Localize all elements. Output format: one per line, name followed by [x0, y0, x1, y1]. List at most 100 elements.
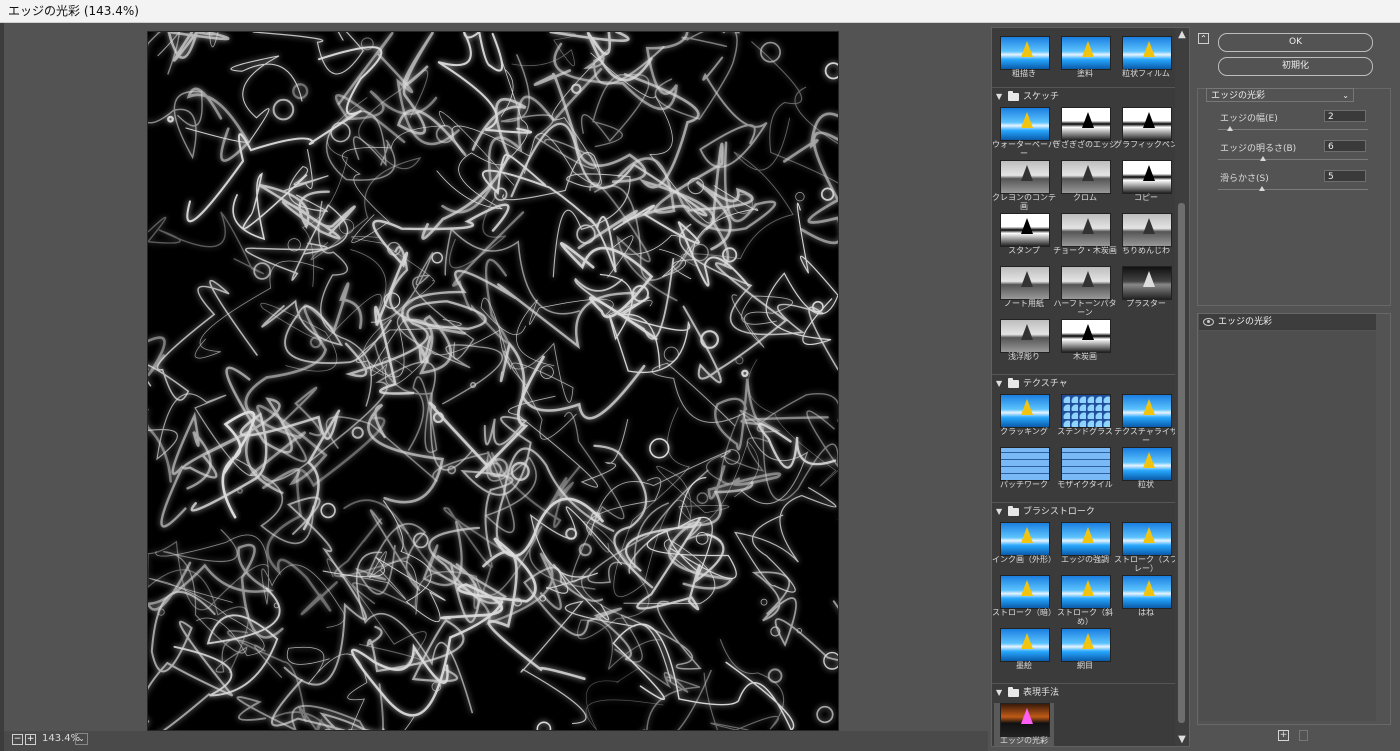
filter-thumbnail[interactable]: ぎざぎざのエッジ	[1053, 107, 1117, 155]
preview-image[interactable]	[147, 31, 839, 731]
filter-thumbnail[interactable]: ノート用紙	[994, 266, 1054, 314]
scroll-up-icon[interactable]: ▲	[1176, 29, 1188, 40]
smoothness-slider-knob[interactable]	[1258, 186, 1265, 191]
filter-thumbnail[interactable]: モザイクタイル	[1055, 447, 1115, 495]
preview-area	[4, 23, 988, 731]
edge-brightness-slider-knob[interactable]	[1260, 156, 1266, 161]
filter-thumbnail[interactable]: 墨絵	[994, 628, 1054, 676]
filter-thumbnail[interactable]: ストローク（スプレー）	[1114, 522, 1176, 573]
glowing-edges-render	[148, 32, 838, 730]
edge-width-slider-knob[interactable]	[1227, 126, 1233, 131]
filter-thumbnail-label: ストローク（斜め）	[1057, 608, 1113, 626]
filter-thumbnail[interactable]: 木炭画	[1055, 319, 1115, 367]
filter-thumbnail[interactable]: はね	[1116, 575, 1176, 623]
filter-thumbnail-label: ストローク（暗）	[992, 608, 1056, 617]
smoothness-slider-track[interactable]	[1218, 189, 1368, 190]
triangle-down-icon[interactable]: ▼	[996, 685, 1002, 701]
folder-icon	[1008, 506, 1019, 516]
filter-preview-image	[1000, 36, 1050, 70]
filter-gallery: 粗描き 塗料 粒状フィルム ▼ スケッチウォーターペーパー ぎざぎざのエッジ グラフィックペ…	[991, 27, 1177, 747]
filter-thumbnail[interactable]: 塗料	[1055, 36, 1115, 84]
filter-thumbnail[interactable]: 浅浮彫り	[994, 319, 1054, 367]
filter-preview-image	[1122, 575, 1172, 609]
filter-thumbnail-label: ちりめんじわ	[1122, 246, 1170, 255]
zoom-in-button[interactable]: +	[25, 734, 36, 745]
filter-thumbnail-label: クラッキング	[1000, 427, 1048, 436]
filter-thumbnail[interactable]: チョーク・木炭画	[1053, 213, 1117, 261]
category-divider	[992, 502, 1176, 503]
filter-thumbnail-label: エッジの強調	[1061, 555, 1109, 564]
chevron-down-icon: ⌄	[1342, 91, 1349, 100]
filter-preview-image	[1061, 266, 1111, 300]
filter-thumbnail[interactable]: クロム	[1055, 160, 1115, 208]
filter-thumbnail[interactable]: クレヨンのコンテ画	[992, 160, 1056, 211]
filter-thumbnail[interactable]: ステンドグラス	[1055, 394, 1115, 442]
scroll-down-icon[interactable]: ▼	[1176, 734, 1188, 745]
zoom-out-button[interactable]: −	[12, 734, 23, 745]
filter-thumbnail-label: ぎざぎざのエッジ	[1053, 140, 1117, 149]
filter-thumbnail[interactable]: テクスチャライザー	[1114, 394, 1177, 445]
eye-icon[interactable]	[1203, 318, 1214, 326]
category-header[interactable]: ▼ ブラシストローク	[992, 504, 1176, 520]
filter-thumbnail[interactable]: 粒状	[1116, 447, 1176, 495]
filter-thumbnail[interactable]: グラフィックペン	[1114, 107, 1177, 155]
filter-preview-image	[1000, 107, 1050, 141]
filter-preview-image	[1000, 522, 1050, 556]
edge-width-input[interactable]: 2	[1324, 110, 1366, 122]
filter-thumbnail[interactable]: 網目	[1055, 628, 1115, 676]
category-name: 表現手法	[1023, 688, 1060, 698]
filter-thumbnail-label: クレヨンのコンテ画	[992, 193, 1056, 211]
filter-thumbnail-label: 浅浮彫り	[1008, 352, 1040, 361]
zoom-dropdown[interactable]: ⌄	[75, 733, 88, 745]
filter-thumbnail[interactable]: 粒状フィルム	[1116, 36, 1176, 84]
filter-thumbnail-label: テクスチャライザー	[1114, 427, 1177, 445]
edge-brightness-slider-track[interactable]	[1218, 159, 1368, 160]
edge-brightness-input[interactable]: 6	[1324, 140, 1366, 152]
smoothness-input[interactable]: 5	[1324, 170, 1366, 182]
reset-button[interactable]: 初期化	[1218, 57, 1373, 76]
filter-thumbnail[interactable]: スタンプ	[994, 213, 1054, 261]
filter-thumbnail[interactable]: クラッキング	[994, 394, 1054, 442]
window-title: エッジの光彩 (143.4%)	[0, 0, 1400, 23]
filter-thumbnail[interactable]: エッジの強調	[1055, 522, 1115, 570]
filter-thumbnail[interactable]: ハーフトーンパターン	[1053, 266, 1117, 317]
filter-thumbnail[interactable]: 粗描き	[994, 36, 1054, 84]
filter-thumbnail[interactable]: ストローク（暗）	[992, 575, 1056, 623]
filter-preview-image	[1000, 266, 1050, 300]
filter-thumbnail[interactable]: コピー	[1116, 160, 1176, 208]
filter-preview-image	[1000, 575, 1050, 609]
edge-width-slider-track[interactable]	[1218, 129, 1368, 130]
new-effect-layer-icon[interactable]: +	[1278, 730, 1289, 741]
ok-button[interactable]: OK	[1218, 33, 1373, 52]
filter-select[interactable]: エッジの光彩 ⌄	[1206, 88, 1354, 102]
collapse-gallery-icon[interactable]: ⌃	[1198, 33, 1209, 44]
delete-effect-layer-icon[interactable]	[1299, 730, 1308, 741]
filter-thumbnail[interactable]: プラスター	[1116, 266, 1176, 314]
filter-thumbnail[interactable]: ストローク（斜め）	[1055, 575, 1115, 626]
filter-thumbnail[interactable]: ウォーターペーパー	[992, 107, 1056, 158]
category-header[interactable]: ▼ 表現手法	[992, 685, 1176, 701]
filter-thumbnail-label: グラフィックペン	[1114, 140, 1177, 149]
scrollbar-thumb[interactable]	[1178, 203, 1185, 723]
smoothness-label: 滑らかさ(S)	[1220, 174, 1269, 184]
filter-thumbnail-label: クロム	[1073, 193, 1097, 202]
gallery-scrollbar[interactable]: ▲ ▼	[1175, 27, 1190, 747]
filter-preview-image	[1000, 213, 1050, 247]
category-header[interactable]: ▼ テクスチャ	[992, 376, 1176, 392]
category-divider	[992, 683, 1176, 684]
filter-thumbnail[interactable]: インク画（外形）	[992, 522, 1056, 570]
category-header[interactable]: ▼ スケッチ	[992, 89, 1176, 105]
triangle-down-icon[interactable]: ▼	[996, 504, 1002, 520]
filter-preview-image	[1122, 160, 1172, 194]
filter-thumbnail[interactable]: パッチワーク	[994, 447, 1054, 495]
effect-layer-row[interactable]: エッジの光彩	[1199, 314, 1376, 330]
filter-preview-image	[1000, 703, 1050, 737]
triangle-down-icon[interactable]: ▼	[996, 89, 1002, 105]
filter-preview-image	[1061, 628, 1111, 662]
triangle-down-icon[interactable]: ▼	[996, 376, 1002, 392]
effect-layer-name: エッジの光彩	[1218, 317, 1273, 327]
filter-thumbnail[interactable]: ちりめんじわ	[1116, 213, 1176, 261]
filter-thumbnail-label: 粒状	[1138, 480, 1154, 489]
filter-thumbnail[interactable]: エッジの光彩	[994, 703, 1054, 746]
filter-select-value: エッジの光彩	[1211, 91, 1266, 101]
